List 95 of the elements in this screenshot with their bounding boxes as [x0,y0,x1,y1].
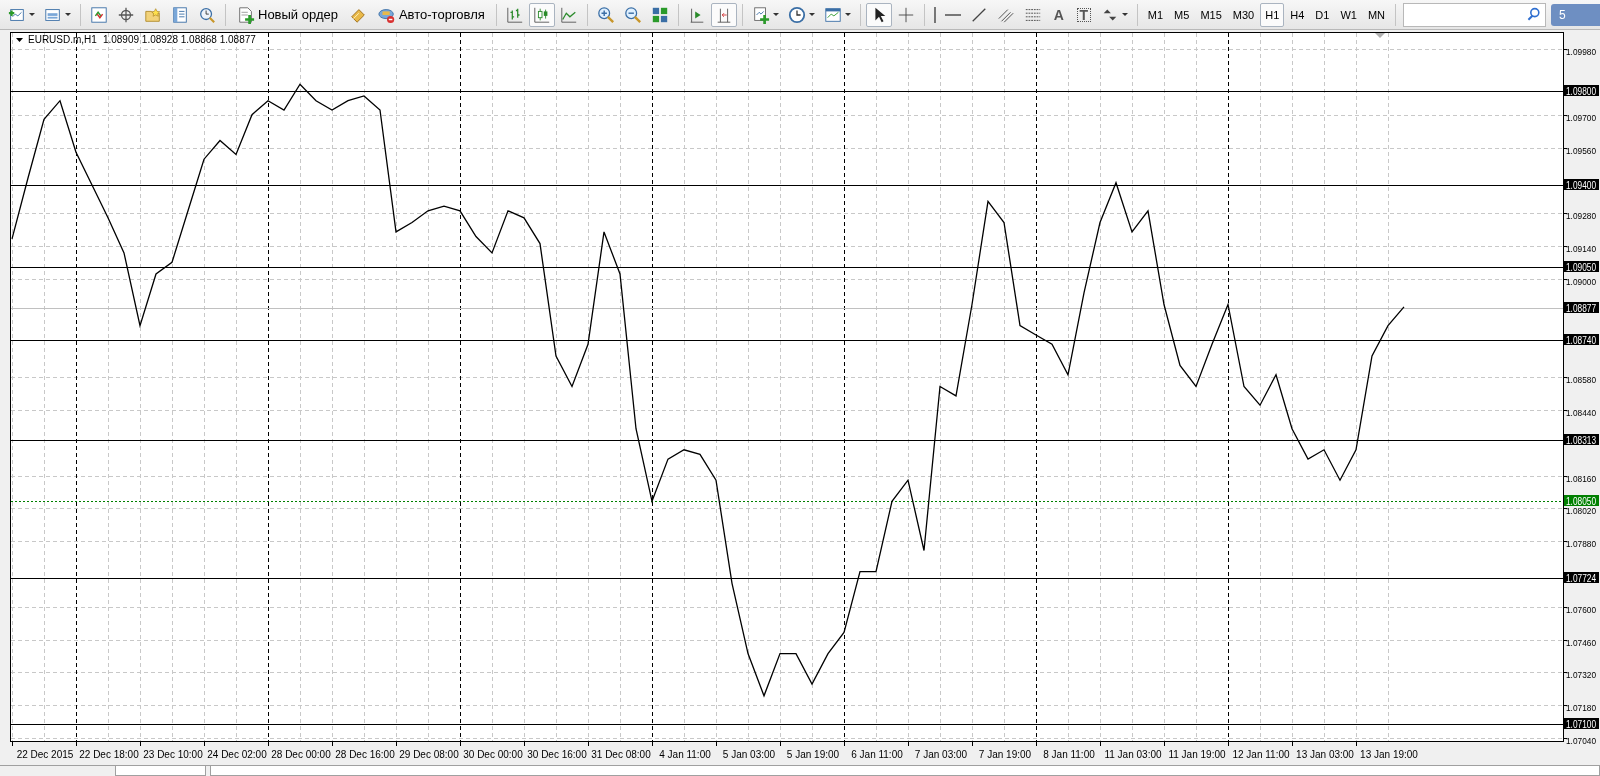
auto-trading-button[interactable]: Авто-торговля [371,2,491,27]
timeframe-button[interactable]: MN [1362,2,1390,27]
timeframe-button[interactable]: M5 [1169,2,1195,27]
timeframe-button[interactable]: W1 [1335,2,1362,27]
list-window-icon [171,5,189,24]
folder-star-icon [144,5,162,24]
price-tag: 1.07724 [1564,572,1600,584]
time-label: 31 Dec 08:00 [591,749,651,760]
chart-title: EURUSD.m,H1 [28,34,97,45]
price-label: 1.09000 [1566,275,1600,287]
time-label: 29 Dec 08:00 [399,749,459,760]
time-label: 5 Jan 19:00 [786,749,840,760]
price-tag: 1.08877 [1564,302,1600,314]
price-label: 1.09140 [1566,242,1600,254]
caret-icon [772,13,779,16]
time-label: 7 Jan 03:00 [914,749,968,760]
timeframe-button[interactable]: M1 [1142,2,1169,27]
cursor-button[interactable] [865,2,892,27]
price-tag: 1.09400 [1564,179,1600,191]
chart-tab[interactable] [210,765,1600,776]
price-tag: 1.08050 [1564,495,1600,507]
price-label: 1.09280 [1566,209,1600,221]
search-icon [1526,6,1542,23]
caret-icon [1121,13,1128,16]
dropdown-icon[interactable] [16,38,23,42]
chart-tab[interactable] [115,765,206,776]
time-label: 23 Dec 10:00 [143,749,203,760]
text-label-button[interactable]: T [1071,2,1096,27]
time-label: 8 Jan 11:00 [1043,749,1095,760]
template-icon [823,5,842,24]
vertical-line-icon [933,6,936,23]
price-label: 1.07600 [1566,603,1600,615]
clock-icon [787,5,806,24]
caret-icon [65,13,71,16]
time-label: 6 Jan 11:00 [851,749,903,760]
time-label: 11 Jan 03:00 [1104,749,1162,760]
price-label: 1.08440 [1566,406,1600,418]
time-label: 28 Dec 00:00 [271,749,331,760]
tile-windows-icon [650,5,669,24]
new-order-button[interactable]: Новый ордер [231,2,344,27]
price-tag: 1.07100 [1564,718,1600,730]
timeframe-button[interactable]: H1 [1260,2,1285,27]
price-label: 1.09700 [1566,111,1600,123]
timeframe-button[interactable]: M30 [1227,2,1260,27]
price-tag: 1.08740 [1564,334,1600,346]
price-label: 1.08020 [1566,504,1600,516]
time-label: 4 Jan 11:00 [659,749,711,760]
caret-icon [29,13,35,16]
time-label: 30 Dec 16:00 [527,749,587,760]
line-chart-icon [559,5,578,24]
timeframe-button[interactable]: M15 [1195,2,1227,27]
search-field[interactable] [1403,2,1546,27]
magnifier-clock-icon [198,5,216,24]
document-plus-icon [237,5,255,24]
caret-icon [844,13,851,16]
indicator-plus-icon [751,5,770,24]
shift-marker-icon[interactable] [1375,33,1385,38]
price-label: 1.09560 [1566,144,1600,156]
caret-icon [808,13,815,16]
price-tag: 1.09800 [1564,85,1600,97]
price-tag: 1.08313 [1564,434,1600,446]
time-label: 13 Jan 03:00 [1296,749,1354,760]
quotes-window-icon [90,5,108,24]
price-label: 1.07460 [1566,636,1600,648]
price-tag: 1.09050 [1564,261,1600,273]
crosshair-tool-icon [896,5,915,24]
time-label: 30 Dec 00:00 [463,749,523,760]
price-label: 1.07880 [1566,537,1600,549]
timeframe-button[interactable]: H4 [1285,2,1310,27]
price-label: 1.07040 [1566,734,1600,746]
price-label: 1.08580 [1566,373,1600,385]
time-label: 5 Jan 03:00 [722,749,776,760]
price-label: 1.09980 [1566,45,1600,57]
candlestick-button[interactable] [528,2,555,27]
crosshair-icon [117,5,135,24]
timeframe-button[interactable]: D1 [1310,2,1335,27]
price-label: 1.07320 [1566,668,1600,680]
horizontal-line-icon [944,13,961,16]
bar-chart-icon [505,5,524,24]
time-label: 22 Dec 2015 [16,749,74,760]
time-label: 22 Dec 18:00 [79,749,139,760]
chart-shift-button[interactable] [710,2,737,27]
time-label: 13 Jan 19:00 [1360,749,1418,760]
zoom-in-icon [596,5,615,24]
time-label: 11 Jan 19:00 [1168,749,1226,760]
zoom-out-icon [623,5,642,24]
candlestick-icon [532,5,551,24]
price-label: 1.08160 [1566,472,1600,484]
price-label: 1.07180 [1566,701,1600,713]
time-label: 12 Jan 11:00 [1232,749,1290,760]
time-label: 24 Dec 02:00 [207,749,267,760]
time-label: 7 Jan 19:00 [978,749,1032,760]
ohlc-values: 1.08909 1.08928 1.08868 1.08877 [102,34,256,45]
text-tool-button[interactable]: A [1046,2,1071,27]
time-label: 28 Dec 16:00 [335,749,395,760]
